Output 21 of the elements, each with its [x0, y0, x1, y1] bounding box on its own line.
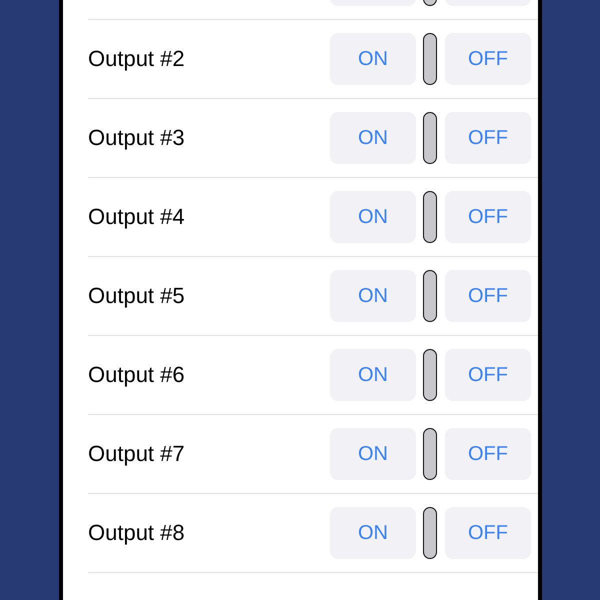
off-button[interactable]: OFF — [445, 112, 531, 164]
output-label: Output #4 — [88, 204, 186, 230]
output-label: Output #8 — [88, 520, 186, 546]
on-button[interactable]: ON — [330, 33, 416, 85]
on-button[interactable]: ON — [330, 349, 416, 401]
on-button[interactable]: ON — [330, 270, 416, 322]
output-label: Output #5 — [88, 283, 186, 309]
off-button[interactable]: OFF — [445, 349, 531, 401]
off-button[interactable]: OFF — [445, 270, 531, 322]
off-button[interactable]: OFF — [445, 428, 531, 480]
off-button[interactable]: OFF — [445, 507, 531, 559]
output-label: Output #7 — [88, 441, 186, 467]
on-button[interactable]: ON — [330, 191, 416, 243]
output-label: Output #3 — [88, 125, 186, 151]
off-button[interactable]: OFF — [445, 191, 531, 243]
on-button[interactable]: ON — [330, 428, 416, 480]
on-button[interactable]: ON — [330, 507, 416, 559]
output-label: Output #2 — [88, 46, 186, 72]
on-button[interactable]: ON — [330, 112, 416, 164]
output-label: Output #6 — [88, 362, 186, 388]
off-button[interactable]: OFF — [445, 33, 531, 85]
